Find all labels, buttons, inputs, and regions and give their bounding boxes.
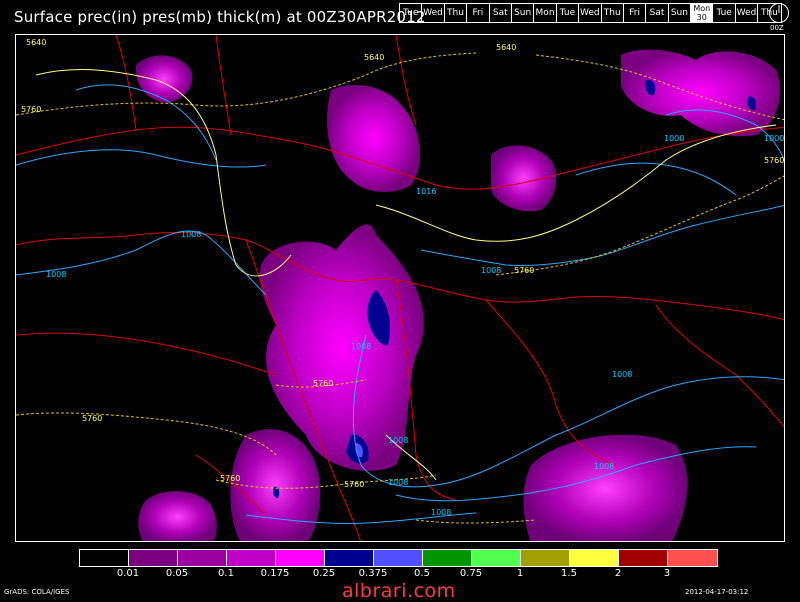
grads-credit: GrADS: COLA/IGES (4, 588, 70, 596)
colorbar-swatch (374, 550, 423, 566)
thickness-label: 5640 (496, 43, 516, 52)
day-cell: Wed (579, 4, 602, 22)
day-cell: Tue (713, 4, 736, 22)
day-cell: Mon (534, 4, 557, 22)
colorbar-swatch (325, 550, 374, 566)
thickness-label: 5640 (364, 53, 384, 62)
day-cell-label: Mon (693, 4, 711, 13)
clock-icon (769, 3, 789, 23)
day-cell: Tue (557, 4, 580, 22)
pressure-label: 1008 (612, 370, 632, 379)
colorbar-tick-label: 2 (614, 568, 622, 579)
thickness-label: 5760 (21, 105, 41, 114)
pressure-label: 1008 (431, 508, 451, 517)
colorbar-tick-label: 1 (516, 568, 524, 579)
pressure-label: 1008 (481, 266, 501, 275)
day-cell: Wed (422, 4, 445, 22)
day-cell: Tue (400, 4, 423, 22)
colorbar-swatch (570, 550, 619, 566)
colorbar-swatch (668, 550, 717, 566)
colorbar-tick-label: 0.375 (358, 568, 388, 579)
colorbar-swatch (80, 550, 129, 566)
colorbar-tick-label: 0.1 (218, 568, 234, 579)
colorbar-swatch (521, 550, 570, 566)
thickness-label: 5760 (344, 480, 364, 489)
colorbar-ticks: 0.01 0.05 0.1 0.175 0.25 0.375 0.5 0.75 1 1.5 2 3 (79, 568, 722, 580)
colorbar-tick-label: 0.75 (459, 568, 483, 579)
day-cell: Thu (445, 4, 468, 22)
day-cell: Mon 30 (691, 4, 714, 22)
colorbar-swatch (423, 550, 472, 566)
day-cell: Sat (646, 4, 669, 22)
colorbar-swatch (472, 550, 521, 566)
precip-area (523, 434, 688, 541)
precip-area (621, 49, 780, 137)
thickness-label: 5760 (764, 156, 784, 165)
colorbar-tick-label: 3 (663, 568, 671, 579)
colorbar-swatch (276, 550, 325, 566)
day-cell: Sun (512, 4, 535, 22)
colorbar-tick-label: 0.5 (414, 568, 430, 579)
pressure-label: 1000 (664, 134, 684, 143)
colorbar-swatch (129, 550, 178, 566)
colorbar-tick-label: 0.175 (260, 568, 290, 579)
precip-area (138, 490, 217, 541)
pressure-label: 1008 (388, 478, 408, 487)
precip-area (230, 429, 321, 541)
day-cell: Fri (467, 4, 490, 22)
colorbar-tick-label: 0.01 (116, 568, 140, 579)
colorbar-tick-label: 0.25 (312, 568, 336, 579)
day-cell: Sun (669, 4, 692, 22)
pressure-label: 1000 (764, 134, 784, 143)
precip-area (491, 145, 557, 212)
colorbar-swatch (178, 550, 227, 566)
weather-map: 1008 1008 1008 1008 1008 1008 1008 1008 … (15, 34, 785, 542)
map-title: Surface prec(in) pres(mb) thick(m) at 00… (14, 8, 426, 26)
pressure-label: 1016 (416, 187, 436, 196)
pressure-label: 1008 (388, 436, 408, 445)
clock-label: 00Z (770, 24, 784, 32)
colorbar-tick-label: 0.05 (165, 568, 189, 579)
colorbar-swatch (227, 550, 276, 566)
thickness-label: 5760 (514, 266, 534, 275)
map-svg: 1008 1008 1008 1008 1008 1008 1008 1008 … (16, 35, 784, 541)
precip-areas (135, 49, 780, 541)
day-cell: Wed (736, 4, 759, 22)
day-cell: Sat (490, 4, 512, 22)
thickness-label: 5760 (220, 474, 240, 483)
thickness-label: 5760 (313, 379, 333, 388)
pressure-label: 1008 (351, 342, 371, 351)
colorbar-swatch (619, 550, 668, 566)
watermark: albrari.com (342, 580, 456, 602)
thickness-label: 5760 (82, 414, 102, 423)
precip-area (327, 85, 420, 192)
pressure-label: 1008 (46, 270, 66, 279)
day-cell: Thu (602, 4, 624, 22)
day-cell-date: 30 (696, 13, 707, 22)
colorbar-tick-label: 1.5 (561, 568, 577, 579)
precip-colorbar (79, 549, 718, 567)
pressure-label: 1008 (594, 462, 614, 471)
thickness-label: 5640 (26, 38, 46, 47)
forecast-day-strip: Tue Wed Thu Fri Sat Sun Mon Tue Wed Thu Fri Sat Sun M… (399, 3, 782, 23)
day-cell: Fri (624, 4, 647, 22)
pressure-label: 1008 (181, 230, 201, 239)
timestamp: 2012-04-17-03:12 (685, 588, 749, 596)
